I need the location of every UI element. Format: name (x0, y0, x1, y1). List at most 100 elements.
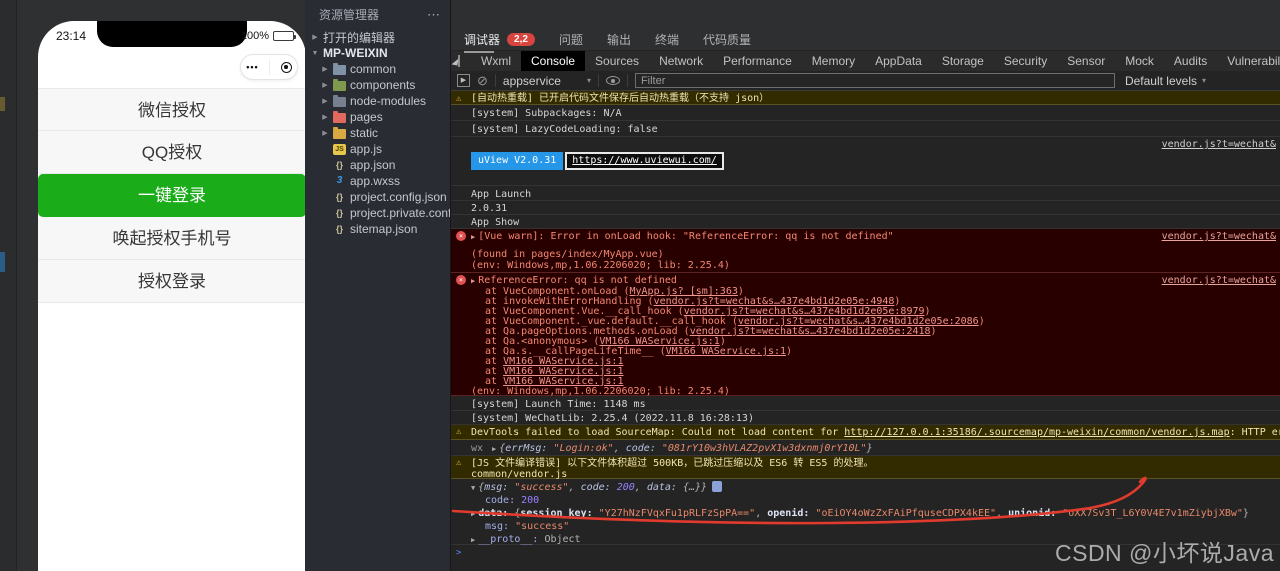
expand-arrow-icon[interactable]: ▶ (492, 445, 496, 453)
collapse-arrow-icon[interactable]: ▼ (471, 484, 475, 492)
context-selector[interactable]: appservice ▾ (503, 74, 591, 88)
chevron-right-icon[interactable]: ▶ (321, 113, 329, 121)
panel-tab-bar: 调试器 2,2 问题 输出 终端 代码质量 (451, 28, 1280, 53)
chevron-right-icon[interactable]: ▶ (321, 97, 329, 105)
tree-file-project-config[interactable]: ▶ {} project.config.json (305, 189, 450, 205)
divider (494, 74, 496, 87)
log-wx-login: wx ▶ {errMsg: "Login:ok", code: "081rY10w3… (451, 440, 1280, 456)
source-link[interactable]: vendor.js?t=wechat& (1162, 275, 1276, 287)
source-link[interactable]: VM166 WAService.js:1 (666, 346, 786, 357)
tree-file-app-js[interactable]: ▶ JS app.js (305, 141, 450, 157)
log-sourcemap-warning: ⚠ DevTools failed to load SourceMap: Cou… (451, 425, 1280, 440)
warning-icon: ⚠ (456, 458, 462, 468)
folder-icon (333, 78, 346, 91)
object-tag-icon (712, 481, 723, 492)
tab-performance[interactable]: Performance (713, 51, 802, 71)
folder-icon (333, 126, 346, 139)
clear-console-icon[interactable]: ⊘ (477, 74, 488, 87)
tree-file-app-json[interactable]: ▶ {} app.json (305, 157, 450, 173)
explorer-menu-icon[interactable]: ⋯ (427, 7, 440, 23)
log-lazy-code-loading: [system] LazyCodeLoading: false (451, 121, 1280, 137)
phone-notch (97, 21, 247, 47)
uview-url-link[interactable]: https://www.uviewui.com/ (565, 152, 724, 170)
source-link[interactable]: vendor.js?t=wechat& (1162, 139, 1276, 151)
tree-file-sitemap[interactable]: ▶ {} sitemap.json (305, 221, 450, 237)
tab-storage[interactable]: Storage (932, 51, 994, 71)
source-link[interactable]: vendor.js?t=wechat& (1162, 231, 1276, 243)
log-js-size-warning: ⚠ [JS 文件编译错误] 以下文件体积超过 500KB，已跳过压缩以及 ES6… (451, 456, 1280, 480)
tree-file-app-wxss[interactable]: ▶ 3 app.wxss (305, 173, 450, 189)
wechat-auth-button[interactable]: 微信授权 (38, 88, 306, 131)
resource-explorer-panel: 资源管理器 ⋯ ▶ 打开的编辑器 ▼ MP-WEIXIN ▶ common ▶ … (305, 0, 450, 571)
error-icon: × (456, 275, 466, 285)
folder-icon (333, 110, 346, 123)
chevron-right-icon[interactable]: ▶ (321, 129, 329, 137)
tab-appdata[interactable]: AppData (865, 51, 932, 71)
devtools-top-strip (451, 0, 1280, 28)
log-vue-warn-error: × vendor.js?t=wechat& ▶ [Vue warn]: Error… (451, 229, 1280, 273)
tab-debugger[interactable]: 调试器 2,2 (464, 31, 535, 53)
tab-output[interactable]: 输出 (607, 31, 631, 48)
tab-security[interactable]: Security (994, 51, 1057, 71)
tree-file-project-private-config[interactable]: ▶ {} project.private.config.js... (305, 205, 450, 221)
log-uview-banner: vendor.js?t=wechat& uView V2.0.31 https:/… (451, 137, 1280, 186)
json-file-icon: {} (335, 192, 343, 202)
one-key-login-button[interactable]: 一键登录 (38, 174, 306, 217)
tree-folder-static[interactable]: ▶ static (305, 125, 450, 141)
devtools-tab-bar: Wxml Console Sources Network Performance… (451, 50, 1280, 71)
tree-folder-pages[interactable]: ▶ pages (305, 109, 450, 125)
tab-problems[interactable]: 问题 (559, 31, 583, 48)
phone-auth-button[interactable]: 唤起授权手机号 (38, 217, 306, 260)
js-file-icon: JS (333, 143, 346, 155)
filter-input[interactable] (634, 73, 1115, 88)
chevron-right-icon[interactable]: ▶ (311, 33, 319, 41)
auth-login-button[interactable]: 授权登录 (38, 260, 306, 303)
tree-folder-components[interactable]: ▶ components (305, 77, 450, 93)
tab-vulnerability[interactable]: Vulnerability (1217, 51, 1280, 71)
dropdown-arrow-icon: ▾ (586, 76, 591, 85)
error-icon: × (456, 231, 466, 241)
devtools-panel: 调试器 2,2 问题 输出 终端 代码质量 Wxml Console Sourc… (450, 0, 1280, 571)
battery-percent: 100% (240, 30, 269, 42)
sourcemap-url-link[interactable]: http://127.0.0.1:35186/.sourcemap/mp-wei… (844, 427, 1229, 438)
capsule-more-button[interactable]: ••• (246, 62, 258, 72)
log-reference-error: × vendor.js?t=wechat& ▶ ReferenceError: q… (451, 273, 1280, 397)
qq-auth-button[interactable]: QQ授权 (38, 131, 306, 174)
explorer-title: 资源管理器 (319, 8, 380, 22)
chevron-right-icon[interactable]: ▶ (321, 81, 329, 89)
dropdown-arrow-icon: ▾ (1202, 76, 1207, 85)
tab-console[interactable]: Console (521, 51, 586, 71)
tab-network[interactable]: Network (649, 51, 713, 71)
json-file-icon: {} (335, 160, 343, 170)
capsule-close-icon[interactable] (280, 61, 292, 73)
simulator-panel: 23:14 100% ••• 微信授权 QQ授权 一键登录 唤起授权手机号 授权… (17, 0, 306, 571)
live-expression-eye-icon[interactable] (605, 76, 620, 85)
log-launch-time: [system] Launch Time: 1148 ms (451, 396, 1280, 411)
log-levels-selector[interactable]: Default levels ▾ (1125, 74, 1206, 88)
tree-folder-common[interactable]: ▶ common (305, 61, 450, 77)
log-version: 2.0.31 (451, 201, 1280, 215)
expand-arrow-icon[interactable]: ▶ (471, 536, 475, 544)
chevron-right-icon[interactable]: ▶ (321, 65, 329, 73)
expand-arrow-icon[interactable]: ▶ (471, 510, 475, 518)
chevron-down-icon[interactable]: ▼ (311, 50, 319, 57)
inspect-element-icon[interactable] (458, 55, 460, 67)
tab-sensor[interactable]: Sensor (1057, 51, 1115, 71)
tab-code-quality[interactable]: 代码质量 (703, 31, 751, 48)
tree-open-editors[interactable]: ▶ 打开的编辑器 (305, 29, 450, 45)
tab-sources[interactable]: Sources (585, 51, 649, 71)
tree-root-mp-weixin[interactable]: ▼ MP-WEIXIN (305, 45, 450, 61)
tab-terminal[interactable]: 终端 (655, 31, 679, 48)
tab-audits[interactable]: Audits (1164, 51, 1217, 71)
run-command-icon[interactable]: ▶ (457, 74, 470, 87)
expand-arrow-icon[interactable]: ▶ (471, 277, 475, 285)
error-warning-count-badge: 2,2 (507, 32, 535, 46)
tab-mock[interactable]: Mock (1115, 51, 1164, 71)
folder-icon (333, 94, 346, 107)
rail-marker-olive (0, 97, 5, 111)
json-file-icon: {} (335, 224, 343, 234)
tree-folder-node-modules[interactable]: ▶ node-modules (305, 93, 450, 109)
tab-memory[interactable]: Memory (802, 51, 865, 71)
tab-wxml[interactable]: Wxml (471, 51, 521, 71)
expand-arrow-icon[interactable]: ▶ (471, 233, 475, 241)
